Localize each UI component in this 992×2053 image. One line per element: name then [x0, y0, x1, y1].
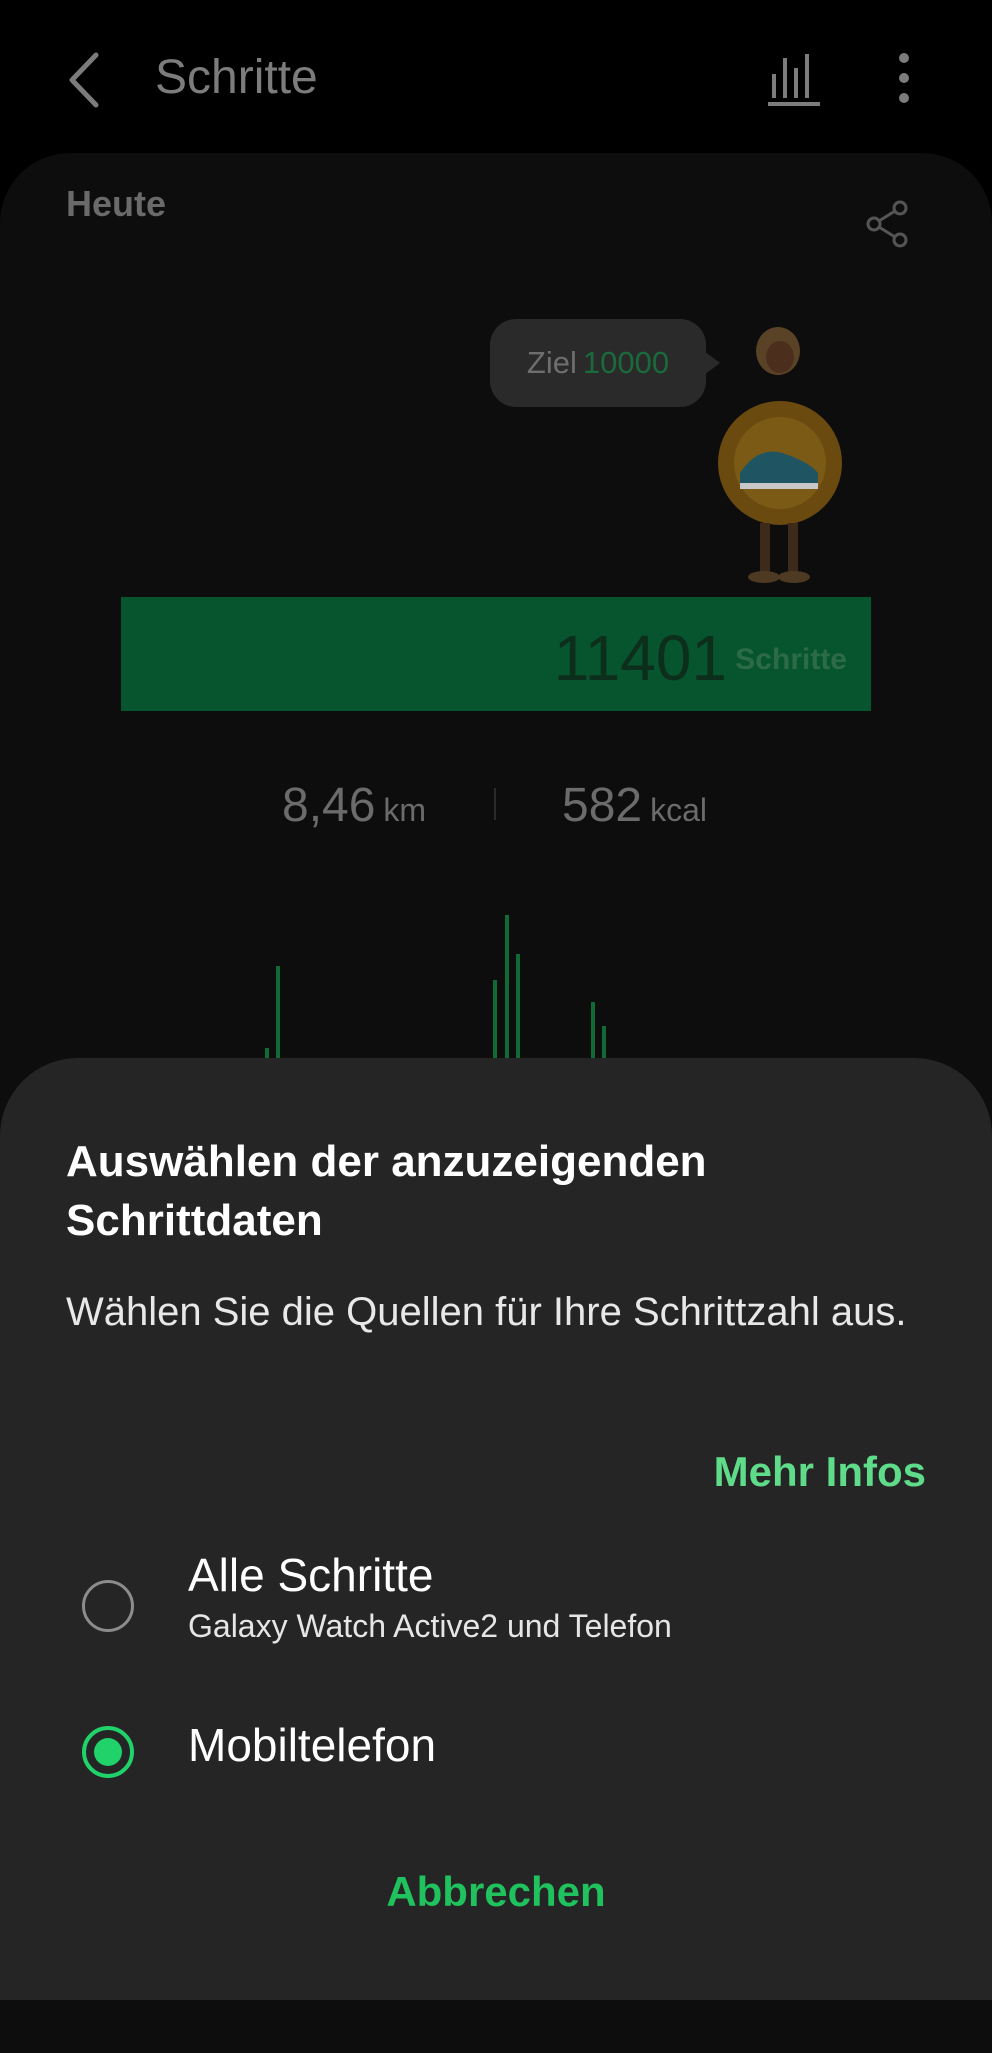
radio-unselected[interactable] — [82, 1580, 134, 1632]
share-icon — [866, 200, 908, 248]
option-sublabel: Galaxy Watch Active2 und Telefon — [188, 1608, 672, 1644]
back-button[interactable] — [56, 45, 116, 115]
dialog-title: Auswählen der anzuzeigenden Schrittdaten — [66, 1137, 707, 1245]
summary-stats: 8,46 km 582 kcal — [0, 778, 992, 848]
trends-button[interactable] — [766, 50, 826, 110]
activity-bar — [516, 954, 520, 1060]
calories-unit: kcal — [650, 792, 707, 828]
activity-bar — [505, 915, 509, 1060]
goal-bubble: Ziel 10000 — [490, 319, 720, 407]
more-options-button[interactable] — [880, 50, 928, 110]
stats-divider — [494, 788, 496, 820]
dialog-description: Wählen Sie die Quellen für Ihre Schrittz… — [66, 1290, 907, 1334]
more-vertical-icon — [899, 53, 909, 103]
app-header: Schritte — [0, 0, 992, 150]
activity-bar — [591, 1002, 595, 1060]
activity-bar — [493, 980, 497, 1060]
hourly-activity-chart — [0, 900, 992, 1060]
radio-selected[interactable] — [82, 1726, 134, 1778]
share-button[interactable] — [862, 198, 914, 250]
goal-label: Ziel — [526, 345, 577, 380]
steps-progress-bar: 11401 Schritte — [121, 597, 871, 711]
activity-bar — [602, 1026, 606, 1060]
option-label: Alle Schritte — [188, 1549, 434, 1601]
distance-unit: km — [383, 792, 427, 828]
steps-count: 11401 — [553, 622, 727, 694]
period-label: Heute — [66, 183, 167, 224]
page-title: Schritte — [155, 51, 318, 104]
bar-chart-icon — [768, 54, 820, 106]
option-all-steps[interactable]: Alle Schritte Galaxy Watch Active2 und T… — [0, 1548, 992, 1668]
goal-value: 10000 — [582, 345, 670, 380]
steps-unit: Schritte — [735, 643, 847, 676]
more-info-link[interactable]: Mehr Infos — [714, 1448, 926, 1496]
distance-value: 8,46 — [282, 779, 376, 832]
mascot-illustration — [718, 327, 842, 583]
activity-bar — [276, 966, 280, 1060]
cancel-button[interactable]: Abbrechen — [0, 1868, 992, 1916]
calories-value: 582 — [562, 779, 643, 832]
back-arrow-icon — [69, 52, 99, 108]
calories-stat: 582 kcal — [562, 778, 707, 833]
option-mobile-phone[interactable]: Mobiltelefon — [0, 1706, 992, 1826]
distance-stat: 8,46 km — [282, 778, 426, 833]
step-source-dialog: Auswählen der anzuzeigenden Schrittdaten… — [0, 1058, 992, 2000]
option-label: Mobiltelefon — [188, 1719, 437, 1771]
